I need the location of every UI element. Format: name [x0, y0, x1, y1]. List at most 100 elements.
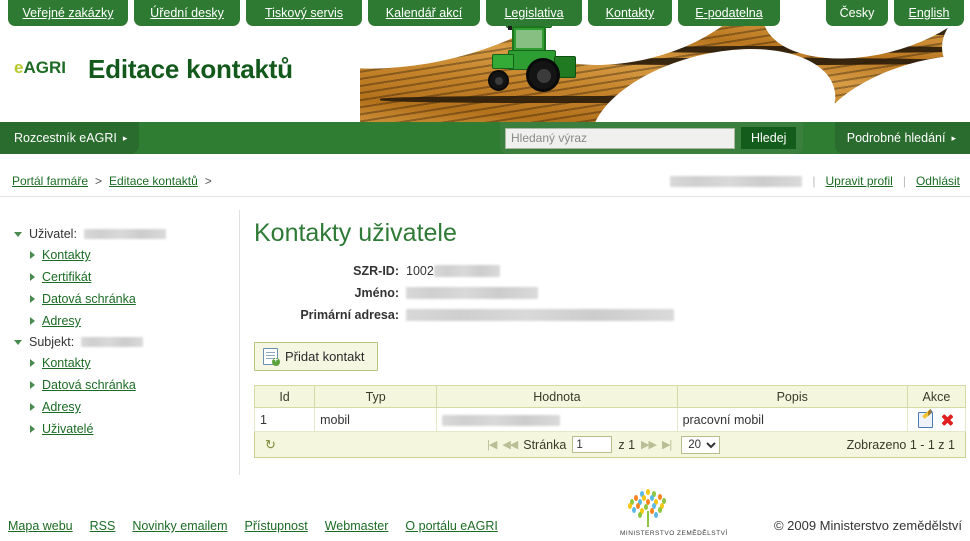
info-label: Primární adresa:: [300, 308, 399, 322]
next-page-icon[interactable]: ▶▶: [641, 438, 657, 451]
sidebar-item-user-certifikat[interactable]: Certifikát: [0, 266, 239, 288]
table-header-row: Id Typ Hodnota Popis Akce: [253, 385, 967, 408]
sidebar-item-user-kontakty[interactable]: Kontakty: [0, 244, 239, 266]
contacts-table: Id Typ Hodnota Popis Akce 1 mobil pracov…: [253, 385, 967, 432]
sidebar-navigation: Uživatel: Kontakty Certifikát Datová sch…: [0, 210, 240, 475]
column-header-popis[interactable]: Popis: [676, 385, 908, 408]
advanced-search-button[interactable]: Podrobné hledání ▸: [834, 122, 970, 154]
nav-tab-label: Kontakty: [605, 6, 655, 20]
rozcestnik-button[interactable]: Rozcestník eAGRI ▸: [0, 122, 140, 154]
sidebar-item-subject-uzivatele[interactable]: Uživatelé: [0, 418, 239, 440]
column-header-akce: Akce: [906, 385, 967, 408]
sidebar-group-uzivatel[interactable]: Uživatel:: [0, 224, 239, 244]
sidebar-item-user-adresy[interactable]: Adresy: [0, 310, 239, 332]
nav-tab-e-podatelna[interactable]: E-podatelna: [678, 0, 780, 26]
document-add-icon: +: [263, 348, 280, 366]
sidebar-item-label[interactable]: Uživatelé: [42, 422, 93, 436]
advanced-search-label: Podrobné hledání: [846, 131, 946, 145]
info-value: 1002: [406, 264, 500, 278]
nav-tab-kalendar-akci[interactable]: Kalendář akcí: [368, 0, 480, 26]
nav-tab-label: English: [908, 6, 950, 20]
info-label: SZR-ID:: [353, 264, 399, 278]
utility-bar: Rozcestník eAGRI ▸ Hledej Podrobné hledá…: [0, 122, 970, 154]
column-header-id[interactable]: Id: [253, 385, 316, 408]
refresh-icon[interactable]: ↻: [263, 437, 278, 452]
eagri-logo[interactable]: e AGRI: [14, 58, 66, 78]
top-navigation: Veřejné zakázky Úřední desky Tiskový ser…: [0, 0, 970, 26]
prev-page-icon[interactable]: ◀◀: [502, 438, 518, 451]
nav-tab-verejne-zakazky[interactable]: Veřejné zakázky: [8, 0, 128, 26]
search-input[interactable]: [505, 127, 735, 149]
sidebar-group-label: Subjekt:: [29, 335, 75, 349]
nav-tab-uredni-desky[interactable]: Úřední desky: [134, 0, 240, 26]
footer-link-pristupnost[interactable]: Přístupnost: [245, 519, 308, 533]
sidebar-item-subject-datova-schranka[interactable]: Datová schránka: [0, 374, 239, 396]
logged-user-name-redacted: [670, 175, 803, 187]
add-contact-button[interactable]: + Přidat kontakt: [254, 342, 378, 371]
ministry-name-text: MINISTERSTVO ZEMĚDĚLSTVÍ: [620, 530, 728, 537]
last-page-icon[interactable]: ▶|: [662, 438, 672, 451]
delete-icon[interactable]: [940, 413, 954, 427]
divider: |: [902, 174, 906, 188]
sidebar-item-user-datova-schranka[interactable]: Datová schránka: [0, 288, 239, 310]
info-value: [406, 309, 674, 321]
sidebar-item-label[interactable]: Kontakty: [42, 356, 91, 370]
sidebar-item-subject-kontakty[interactable]: Kontakty: [0, 352, 239, 374]
search-container: Hledej: [500, 122, 803, 154]
nav-tab-label: Česky: [839, 6, 875, 20]
sidebar-item-label[interactable]: Adresy: [42, 314, 81, 328]
nav-tab-label: Úřední desky: [150, 6, 224, 20]
logout-link[interactable]: Odhlásit: [916, 174, 960, 188]
jmeno-redacted: [406, 287, 538, 299]
page-total-label: z 1: [618, 437, 636, 452]
breadcrumb-item-portal-farmare[interactable]: Portál farmáře: [12, 174, 88, 188]
page-title: Kontakty uživatele: [254, 219, 457, 247]
chevron-right-icon: [30, 317, 35, 325]
page-header-title: Editace kontaktů: [88, 54, 293, 84]
sidebar-subject-name-redacted: [81, 337, 144, 347]
page-size-select[interactable]: 20: [681, 435, 721, 454]
szr-id-redacted: [433, 265, 500, 277]
sidebar-item-label[interactable]: Datová schránka: [42, 378, 136, 392]
page-number-input[interactable]: [572, 436, 613, 453]
footer-link-novinky-emailem[interactable]: Novinky emailem: [132, 519, 227, 533]
nav-tab-cesky[interactable]: Česky: [826, 0, 888, 26]
nav-tab-label: Kalendář akcí: [385, 6, 463, 20]
sidebar-user-name-redacted: [83, 229, 166, 239]
table-pager: ↻ |◀ ◀◀ Stránka z 1 ▶▶ ▶| 20 Zobrazeno 1…: [254, 432, 966, 458]
info-row-szr-id: SZR-ID: 1002: [254, 264, 970, 278]
header-divider: [0, 196, 970, 197]
search-button[interactable]: Hledej: [741, 127, 797, 149]
page-root: e AGRI Editace kontaktů Veřejné zakázky …: [0, 0, 970, 541]
sidebar-item-subject-adresy[interactable]: Adresy: [0, 396, 239, 418]
column-header-hodnota[interactable]: Hodnota: [436, 385, 678, 408]
sidebar-item-label[interactable]: Kontakty: [42, 248, 91, 262]
site-footer: Mapa webu RSS Novinky emailem Přístupnos…: [0, 489, 970, 541]
footer-link-o-portalu-eagri[interactable]: O portálu eAGRI: [405, 519, 497, 533]
sidebar-item-label[interactable]: Adresy: [42, 400, 81, 414]
chevron-right-icon: [30, 359, 35, 367]
nav-tab-kontakty[interactable]: Kontakty: [588, 0, 672, 26]
ministry-logo: MINISTERSTVO ZEMĚDĚLSTVÍ: [612, 489, 747, 537]
footer-link-mapa-webu[interactable]: Mapa webu: [8, 519, 73, 533]
szr-id-value: 1002: [406, 264, 434, 278]
edit-profile-link[interactable]: Upravit profil: [825, 174, 892, 188]
site-banner: e AGRI Editace kontaktů Veřejné zakázky …: [0, 0, 970, 122]
nav-tab-legislativa[interactable]: Legislativa: [486, 0, 582, 26]
sidebar-group-subjekt[interactable]: Subjekt:: [0, 332, 239, 352]
footer-link-rss[interactable]: RSS: [90, 519, 116, 533]
nav-tab-label: Legislativa: [504, 6, 564, 20]
chevron-right-icon: ▸: [951, 132, 956, 143]
sidebar-item-label[interactable]: Certifikát: [42, 270, 91, 284]
nav-tab-english[interactable]: English: [894, 0, 964, 26]
edit-icon[interactable]: [918, 411, 934, 428]
cell-hodnota: [436, 407, 678, 432]
column-header-typ[interactable]: Typ: [314, 385, 438, 408]
first-page-icon[interactable]: |◀: [487, 438, 497, 451]
breadcrumb-item-editace-kontaktu[interactable]: Editace kontaktů: [109, 174, 198, 188]
table-row[interactable]: 1 mobil pracovní mobil: [253, 407, 967, 432]
sidebar-item-label[interactable]: Datová schránka: [42, 292, 136, 306]
footer-link-webmaster[interactable]: Webmaster: [325, 519, 389, 533]
cell-typ: mobil: [314, 407, 438, 432]
nav-tab-tiskovy-servis[interactable]: Tiskový servis: [246, 0, 362, 26]
